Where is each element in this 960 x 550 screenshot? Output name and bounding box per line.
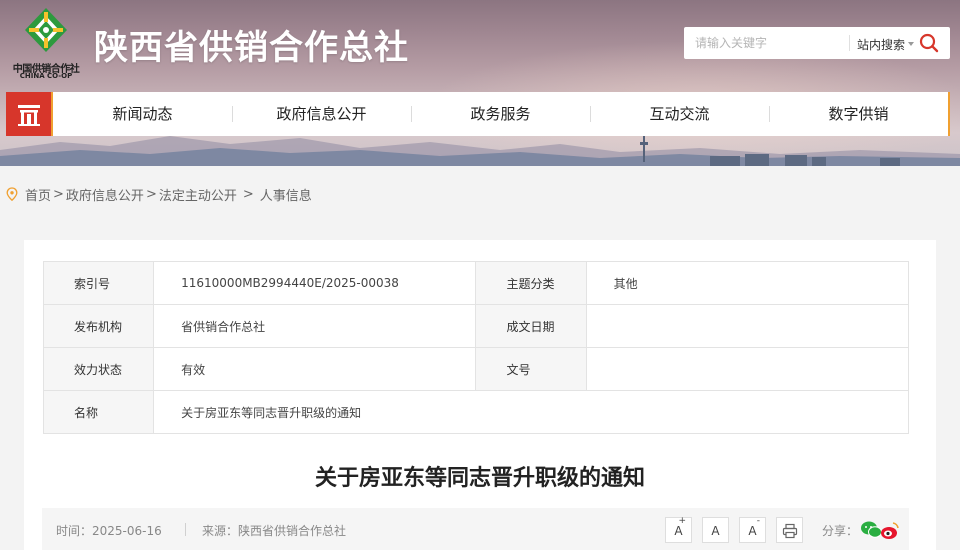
site-header: 中国供销合作社 CHINA CO-OP 陕西省供销合作总社 站内搜索 <box>0 0 960 166</box>
breadcrumb-separator: > <box>145 186 157 202</box>
status-value: 有效 <box>153 347 477 391</box>
main-nav: 新闻动态 政府信息公开 政务服务 互动交流 数字供销 <box>6 92 950 136</box>
font-decrease-button[interactable]: A - <box>739 516 766 543</box>
article-source: 来源：陕西省供销合作总社 <box>202 524 347 538</box>
china-coop-logo-icon <box>25 8 67 52</box>
name-value: 关于房亚东等同志晋升职级的通知 <box>153 390 909 434</box>
plus-icon: + <box>678 516 686 526</box>
font-decrease-label: A <box>748 524 757 538</box>
share-label: 分享： <box>822 524 859 538</box>
share-icons <box>861 521 899 539</box>
index-label: 索引号 <box>42 261 155 305</box>
font-increase-button[interactable]: A + <box>665 516 692 543</box>
nav-home-button[interactable] <box>6 92 51 136</box>
search-input[interactable] <box>684 27 848 59</box>
category-label: 主题分类 <box>475 261 587 305</box>
breadcrumb-gov-info[interactable]: 政府信息公开 <box>66 185 144 204</box>
site-logo[interactable]: 中国供销合作社 CHINA CO-OP <box>6 6 86 80</box>
publisher-value: 省供销合作总社 <box>153 304 477 348</box>
name-label: 名称 <box>42 390 155 434</box>
nav-item-digital[interactable]: 数字供销 <box>769 92 948 136</box>
gate-icon <box>18 105 40 126</box>
article-title: 关于房亚东等同志晋升职级的通知 <box>314 466 645 491</box>
search-divider <box>849 35 850 51</box>
breadcrumb-separator: > <box>53 186 64 202</box>
nav-list: 新闻动态 政府信息公开 政务服务 互动交流 数字供销 <box>53 92 948 136</box>
nav-item-services[interactable]: 政务服务 <box>411 92 590 136</box>
date-label: 成文日期 <box>475 304 587 348</box>
publisher-label: 发布机构 <box>42 304 155 348</box>
print-button[interactable] <box>776 517 803 543</box>
article-info-bar: 时间：2025-06-16 来源：陕西省供销合作总社 A + A A - 分享： <box>42 508 909 550</box>
breadcrumb-home[interactable]: 首页 <box>25 185 51 204</box>
logo-english-text: CHINA CO-OP <box>19 72 73 80</box>
doc-number-value <box>585 347 910 391</box>
weibo-icon[interactable] <box>881 522 899 539</box>
site-title: 陕西省供销合作总社 <box>94 28 409 68</box>
table-row: 名称 关于房亚东等同志晋升职级的通知 <box>42 390 909 434</box>
document-meta-table: 索引号 11610000MB2994440E/2025-00038 主题分类 其… <box>42 261 910 434</box>
search-scope-dropdown[interactable]: 站内搜索 <box>857 36 905 53</box>
breadcrumb-separator: > <box>242 186 254 202</box>
publish-time: 时间：2025-06-16 <box>56 524 162 538</box>
nav-item-interaction[interactable]: 互动交流 <box>590 92 769 136</box>
print-icon <box>782 523 797 539</box>
category-value: 其他 <box>585 261 910 305</box>
index-value: 11610000MB2994440E/2025-00038 <box>153 261 477 305</box>
wechat-icon[interactable] <box>861 521 882 538</box>
font-normal-label: A <box>711 524 720 538</box>
date-value <box>585 304 910 348</box>
content-card: 索引号 11610000MB2994440E/2025-00038 主题分类 其… <box>24 240 936 550</box>
table-row: 索引号 11610000MB2994440E/2025-00038 主题分类 其… <box>42 261 910 305</box>
minus-icon: - <box>756 516 760 526</box>
status-label: 效力状态 <box>42 347 155 391</box>
breadcrumb-current: 人事信息 <box>259 188 312 204</box>
search-box: 站内搜索 <box>684 27 950 59</box>
nav-item-news[interactable]: 新闻动态 <box>53 92 232 136</box>
search-icon[interactable] <box>918 32 940 54</box>
chevron-down-icon[interactable] <box>908 42 914 46</box>
info-divider <box>185 523 186 536</box>
location-pin-icon <box>6 187 18 201</box>
breadcrumb-statutory[interactable]: 法定主动公开 <box>159 185 237 204</box>
breadcrumb: 首页 > 政府信息公开 > 法定主动公开 > 人事信息 <box>6 185 312 204</box>
nav-item-gov-info[interactable]: 政府信息公开 <box>232 92 411 136</box>
table-row: 发布机构 省供销合作总社 成文日期 <box>42 304 910 348</box>
doc-number-label: 文号 <box>475 347 587 391</box>
table-row: 效力状态 有效 文号 <box>42 347 910 391</box>
font-normal-button[interactable]: A <box>702 517 729 543</box>
